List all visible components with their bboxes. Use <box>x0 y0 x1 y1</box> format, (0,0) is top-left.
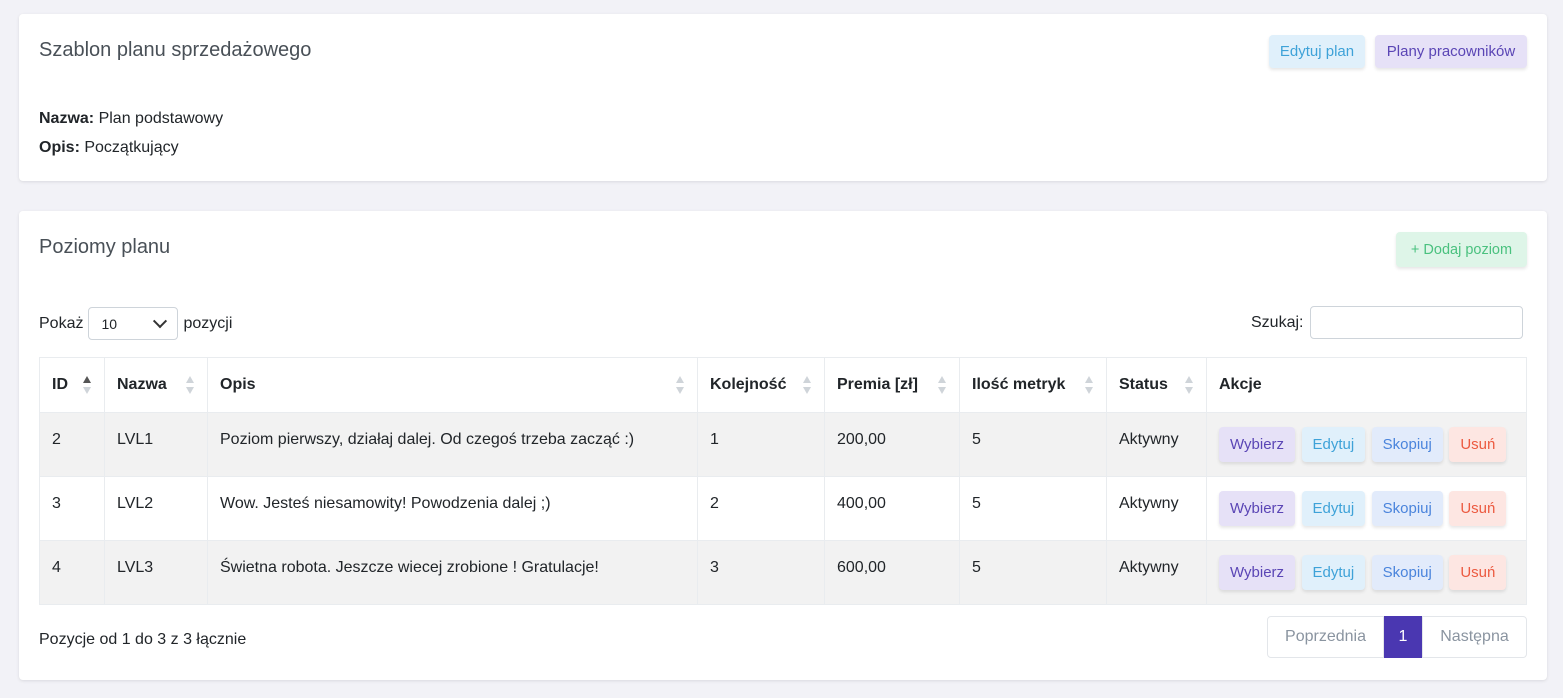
delete-button[interactable]: Usuń <box>1449 555 1507 590</box>
plan-template-card: Szablon planu sprzedażowego Edytuj plan … <box>19 14 1547 181</box>
sort-icon <box>938 374 947 396</box>
pagination-page-1[interactable]: 1 <box>1384 616 1422 658</box>
search-label: Szukaj: <box>1251 313 1304 331</box>
select-button[interactable]: Wybierz <box>1219 555 1296 590</box>
column-header-metrics[interactable]: Ilość metryk <box>959 357 1107 413</box>
search-control: Szukaj: <box>1251 306 1524 339</box>
cell-name: LVL1 <box>104 412 208 477</box>
column-header-status[interactable]: Status <box>1106 357 1207 413</box>
cell-id: 3 <box>39 476 105 541</box>
column-header-actions: Akcje <box>1206 357 1527 413</box>
sort-icon <box>1185 374 1194 396</box>
cell-description: Wow. Jesteś niesamowity! Powodzenia dale… <box>207 476 698 541</box>
table-row: 3 LVL2 Wow. Jesteś niesamowity! Powodzen… <box>39 476 1527 541</box>
plan-description-label: Opis: <box>39 139 80 156</box>
sort-asc-icon <box>83 374 92 396</box>
plan-levels-card: Poziomy planu + Dodaj poziom Pokaż 10 po… <box>19 211 1547 680</box>
page-size-value: 10 <box>101 315 118 332</box>
page-length-control: Pokaż 10 pozycji <box>39 307 232 340</box>
column-header-id[interactable]: ID <box>39 357 105 413</box>
cell-actions: Wybierz Edytuj Skopiuj Usuń <box>1206 476 1527 541</box>
select-button[interactable]: Wybierz <box>1219 427 1296 462</box>
cell-order: 3 <box>697 540 825 605</box>
cell-bonus: 400,00 <box>824 476 960 541</box>
pagination: Poprzednia 1 Następna <box>1267 616 1527 658</box>
cell-description: Poziom pierwszy, działaj dalej. Od czego… <box>207 412 698 477</box>
card-title: Szablon planu sprzedażowego <box>39 39 312 61</box>
table-info: Pozycje od 1 do 3 z 3 łącznie <box>39 631 247 648</box>
cell-bonus: 600,00 <box>824 540 960 605</box>
add-level-button[interactable]: + Dodaj poziom <box>1396 232 1527 267</box>
page-size-select[interactable]: 10 <box>88 307 179 340</box>
cell-order: 1 <box>697 412 825 477</box>
column-header-bonus[interactable]: Premia [zł] <box>824 357 960 413</box>
cell-name: LVL3 <box>104 540 208 605</box>
chevron-down-icon <box>153 313 168 328</box>
sort-icon <box>186 374 195 396</box>
sort-icon <box>803 374 812 396</box>
column-header-description[interactable]: Opis <box>207 357 698 413</box>
cell-description: Świetna robota. Jeszcze wiecej zrobione … <box>207 540 698 605</box>
cell-status: Aktywny <box>1106 476 1207 541</box>
cell-id: 2 <box>39 412 105 477</box>
copy-button[interactable]: Skopiuj <box>1371 427 1443 462</box>
delete-button[interactable]: Usuń <box>1449 491 1507 526</box>
cell-bonus: 200,00 <box>824 412 960 477</box>
edit-plan-button[interactable]: Edytuj plan <box>1269 35 1365 68</box>
plan-name-label: Nazwa: <box>39 110 95 127</box>
levels-table: ID Nazwa Opis Kolejność Premia [zł] Iloś… <box>39 357 1527 605</box>
sort-icon <box>676 374 685 396</box>
show-label: Pokaż <box>39 314 84 332</box>
table-row: 4 LVL3 Świetna robota. Jeszcze wiecej zr… <box>39 540 1527 605</box>
copy-button[interactable]: Skopiuj <box>1371 555 1443 590</box>
cell-actions: Wybierz Edytuj Skopiuj Usuń <box>1206 540 1527 605</box>
column-header-name[interactable]: Nazwa <box>104 357 208 413</box>
cell-id: 4 <box>39 540 105 605</box>
cell-metrics: 5 <box>959 540 1107 605</box>
edit-button[interactable]: Edytuj <box>1301 427 1366 462</box>
plan-name-line: Nazwa: Plan podstawowy <box>39 110 223 128</box>
cell-metrics: 5 <box>959 476 1107 541</box>
search-input[interactable] <box>1310 306 1524 339</box>
plan-description-value: Początkujący <box>84 139 179 156</box>
employee-plans-button[interactable]: Plany pracowników <box>1375 35 1527 68</box>
pagination-previous[interactable]: Poprzednia <box>1267 616 1384 658</box>
sort-icon <box>1085 374 1094 396</box>
pagination-next[interactable]: Następna <box>1422 616 1527 658</box>
column-header-order[interactable]: Kolejność <box>697 357 825 413</box>
cell-metrics: 5 <box>959 412 1107 477</box>
cell-status: Aktywny <box>1106 412 1207 477</box>
edit-button[interactable]: Edytuj <box>1301 555 1366 590</box>
copy-button[interactable]: Skopiuj <box>1371 491 1443 526</box>
delete-button[interactable]: Usuń <box>1449 427 1507 462</box>
cell-name: LVL2 <box>104 476 208 541</box>
card-title: Poziomy planu <box>39 236 171 258</box>
edit-button[interactable]: Edytuj <box>1301 491 1366 526</box>
cell-order: 2 <box>697 476 825 541</box>
select-button[interactable]: Wybierz <box>1219 491 1296 526</box>
table-row: 2 LVL1 Poziom pierwszy, działaj dalej. O… <box>39 412 1527 477</box>
entries-label: pozycji <box>183 314 233 332</box>
cell-status: Aktywny <box>1106 540 1207 605</box>
table-header-row: ID Nazwa Opis Kolejność Premia [zł] Iloś… <box>39 357 1527 413</box>
cell-actions: Wybierz Edytuj Skopiuj Usuń <box>1206 412 1527 477</box>
plan-description-line: Opis: Początkujący <box>39 139 179 157</box>
plan-name-value: Plan podstawowy <box>98 110 224 127</box>
